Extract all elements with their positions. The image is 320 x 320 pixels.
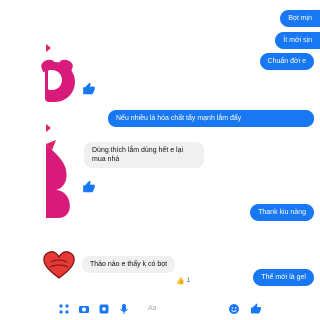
gallery-icon[interactable] [98, 303, 110, 315]
message-reaction[interactable]: 👍 1 [176, 277, 190, 285]
message-text: Nếu nhiều là hóa chất tẩy mạnh lắm đấy [116, 115, 242, 122]
message-text: Thank kiu nàng [258, 209, 306, 216]
thumbs-up-icon: 👍 [176, 278, 185, 285]
message-outgoing[interactable]: Thế mới là gel [253, 269, 314, 286]
message-text: Ít mới sịn [283, 37, 312, 44]
camera-icon[interactable] [78, 303, 90, 315]
message-input[interactable]: Aa [148, 305, 157, 312]
message-text: Thảo nào e thấy k có bọt [90, 261, 168, 268]
message-outgoing[interactable]: Thank kiu nàng [250, 204, 314, 221]
like-icon [82, 82, 96, 98]
message-outgoing[interactable]: Ít mới sịn [275, 32, 320, 49]
emoji-icon[interactable] [228, 303, 240, 315]
message-text: Dùng thích lắm dùng hết e lại mua nhá [92, 147, 184, 163]
message-incoming[interactable]: Dùng thích lắm dùng hết e lại mua nhá [84, 142, 204, 168]
message-incoming[interactable]: Thảo nào e thấy k có bọt [82, 256, 176, 273]
apps-icon[interactable] [58, 303, 70, 315]
message-outgoing[interactable]: Bọt mịn [280, 10, 320, 27]
reaction-count: 1 [186, 278, 191, 284]
like-icon [82, 180, 96, 196]
microphone-icon[interactable] [118, 303, 130, 315]
sticker-fragment [46, 124, 51, 132]
message-text: Chuẩn đời e [267, 58, 306, 65]
message-text: Bọt mịn [288, 15, 312, 22]
message-outgoing[interactable]: Nếu nhiều là hóa chất tẩy mạnh lắm đấy [108, 110, 314, 127]
message-text: Thế mới là gel [261, 274, 306, 281]
heart-sticker[interactable] [42, 250, 76, 280]
sticker-fragment [46, 44, 51, 52]
composer-bar: Aa [0, 298, 320, 320]
sticker-letter-b[interactable] [42, 140, 72, 222]
like-send-icon[interactable] [250, 303, 262, 315]
message-outgoing[interactable]: Chuẩn đời e [259, 53, 314, 70]
